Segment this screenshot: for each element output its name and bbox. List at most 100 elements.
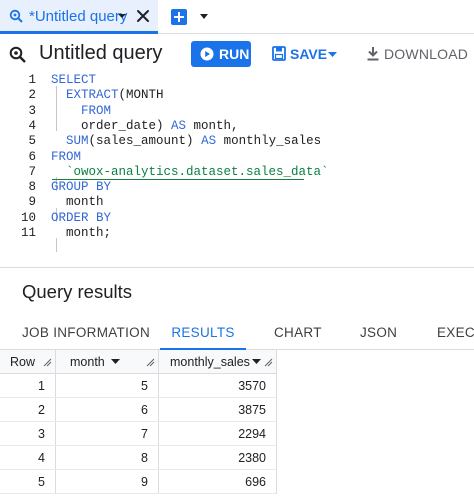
sql-editor[interactable]: 1 SELECT 2 EXTRACT(MONTH 3 FROM 4 order_date… bbox=[0, 72, 474, 268]
table-row[interactable]: 4 8 2380 bbox=[0, 446, 276, 470]
code-line[interactable]: 8 GROUP BY bbox=[0, 180, 474, 195]
column-resize-icon[interactable] bbox=[145, 357, 155, 367]
query-icon bbox=[9, 46, 26, 63]
code-text: SUM(sales_amount) AS monthly_sales bbox=[51, 134, 321, 149]
column-header-row: Row bbox=[10, 355, 36, 369]
sql-keyword: SUM bbox=[66, 134, 89, 149]
code-text: ORDER BY bbox=[51, 211, 111, 226]
download-label: DOWNLOAD bbox=[384, 46, 469, 62]
line-number: 6 bbox=[28, 149, 36, 164]
caret-down-icon[interactable] bbox=[111, 359, 120, 365]
sql-text: (sales_amount) bbox=[88, 134, 202, 149]
monthly-sales-cell: 696 bbox=[245, 475, 266, 489]
code-text: month; bbox=[51, 226, 111, 241]
tab-results[interactable]: RESULTS bbox=[160, 318, 246, 350]
monthly-sales-cell: 2380 bbox=[238, 451, 266, 465]
query-toolbar: Untitled query RUN SAVE DOWNLOAD bbox=[0, 34, 474, 72]
code-line[interactable]: 9 month bbox=[0, 195, 474, 210]
column-resize-icon[interactable] bbox=[263, 357, 273, 367]
code-line[interactable]: 5 SUM(sales_amount) AS monthly_sales bbox=[0, 134, 474, 149]
results-tabs: JOB INFORMATION RESULTS CHART JSON EXECU bbox=[0, 318, 474, 350]
line-number: 10 bbox=[20, 210, 36, 225]
tab-chart[interactable]: CHART bbox=[274, 318, 322, 350]
add-tab-icon bbox=[174, 12, 184, 22]
tab-execution-details[interactable]: EXECU bbox=[437, 318, 474, 350]
monthly-sales-cell: 3570 bbox=[238, 379, 266, 393]
column-resize-icon[interactable] bbox=[42, 357, 52, 367]
play-icon bbox=[200, 47, 214, 61]
code-text: order_date) AS month, bbox=[51, 119, 239, 134]
close-icon[interactable] bbox=[134, 7, 152, 25]
code-text: month bbox=[51, 195, 104, 210]
code-text: FROM bbox=[51, 104, 111, 119]
code-text: SELECT bbox=[51, 73, 96, 88]
sql-keyword: EXTRACT bbox=[66, 88, 119, 103]
tab-label: *Untitled query bbox=[29, 8, 128, 25]
sql-keyword: ORDER BY bbox=[51, 210, 112, 225]
caret-down-icon[interactable] bbox=[252, 359, 261, 365]
code-line[interactable]: 3 FROM bbox=[0, 104, 474, 119]
download-button[interactable]: DOWNLOAD bbox=[364, 41, 472, 67]
sql-keyword: FROM bbox=[66, 103, 112, 118]
download-icon bbox=[367, 47, 379, 61]
save-label: SAVE bbox=[290, 46, 328, 62]
results-title: Query results bbox=[22, 281, 133, 302]
sql-keyword: AS bbox=[201, 134, 217, 149]
tab-json[interactable]: JSON bbox=[360, 318, 397, 350]
line-number: 9 bbox=[28, 195, 36, 210]
column-header-monthly-sales[interactable]: monthly_sales bbox=[170, 350, 250, 374]
sql-text: month bbox=[51, 195, 104, 210]
table-row[interactable]: 3 7 2294 bbox=[0, 422, 276, 446]
page-title: Untitled query bbox=[39, 42, 163, 64]
line-number: 7 bbox=[28, 164, 36, 179]
tab-bar: *Untitled query bbox=[0, 0, 474, 34]
caret-down-icon[interactable] bbox=[117, 11, 127, 21]
line-number: 5 bbox=[28, 134, 36, 149]
save-disk-icon bbox=[272, 46, 286, 61]
column-header-month[interactable]: month bbox=[70, 350, 105, 374]
code-line[interactable]: 6 FROM bbox=[0, 150, 474, 165]
line-number: 4 bbox=[28, 118, 36, 133]
sql-text: order_date) bbox=[51, 118, 172, 133]
sql-keyword: AS bbox=[171, 118, 187, 133]
table-row[interactable]: 1 5 3570 bbox=[0, 374, 276, 398]
sql-keyword: GROUP BY bbox=[51, 180, 112, 195]
add-tab-button[interactable] bbox=[171, 9, 187, 25]
sql-text: month; bbox=[51, 226, 112, 240]
run-button[interactable]: RUN bbox=[191, 41, 251, 67]
code-line[interactable]: 4 order_date) AS month, bbox=[0, 119, 474, 134]
code-text: FROM bbox=[51, 150, 81, 165]
code-line[interactable]: 10 ORDER BY bbox=[0, 211, 474, 226]
table-row[interactable]: 2 6 3875 bbox=[0, 398, 276, 422]
table-reference-underline bbox=[52, 165, 304, 180]
search-query-icon bbox=[9, 9, 23, 23]
caret-down-icon[interactable] bbox=[328, 52, 337, 58]
sql-text: (MONTH bbox=[118, 88, 164, 103]
sql-keyword: FROM bbox=[51, 149, 82, 164]
code-line[interactable]: 1 SELECT bbox=[0, 73, 474, 88]
line-number: 11 bbox=[20, 226, 36, 240]
run-label: RUN bbox=[219, 46, 250, 62]
table-row[interactable]: 5 9 696 bbox=[0, 470, 276, 494]
tab-untitled-query[interactable]: *Untitled query bbox=[0, 0, 158, 34]
caret-down-icon[interactable] bbox=[199, 13, 209, 21]
line-number: 1 bbox=[28, 73, 36, 87]
code-text: EXTRACT(MONTH bbox=[51, 88, 164, 103]
line-number: 3 bbox=[28, 103, 36, 118]
column-divider bbox=[276, 350, 277, 494]
monthly-sales-cell: 3875 bbox=[238, 403, 266, 417]
save-button[interactable]: SAVE bbox=[270, 41, 342, 67]
code-line[interactable]: 2 EXTRACT(MONTH bbox=[0, 88, 474, 103]
code-line[interactable]: 11 month; bbox=[0, 226, 474, 241]
monthly-sales-cell: 2294 bbox=[238, 427, 266, 441]
sql-text: monthly_sales bbox=[216, 134, 322, 149]
line-number: 8 bbox=[28, 180, 36, 195]
tab-job-information[interactable]: JOB INFORMATION bbox=[22, 318, 150, 350]
line-number: 2 bbox=[28, 88, 36, 103]
sql-text: month, bbox=[186, 118, 239, 133]
code-text: GROUP BY bbox=[51, 180, 111, 195]
sql-keyword: SELECT bbox=[51, 73, 97, 87]
